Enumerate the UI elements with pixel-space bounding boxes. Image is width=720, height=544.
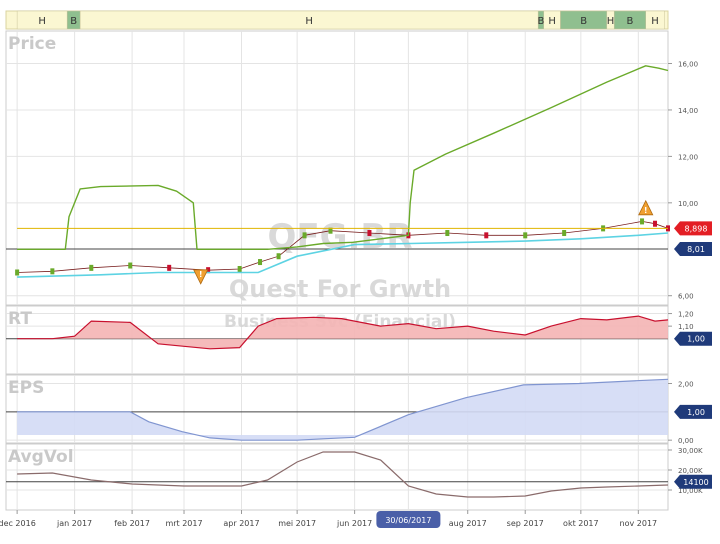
price-candle [445,230,450,237]
signal-label: H [305,16,313,27]
y-tick-label: 16,00 [678,61,698,69]
signal-segment-hold: H [645,10,665,30]
y-tick-label: 10,00 [678,200,698,208]
signal-segment-buy: B [538,10,545,30]
current-price-tag: 8,898 [674,221,712,236]
signal-segment-buy: B [613,10,646,30]
signal-segment-hold: H [79,10,539,30]
rt-value-tag: 1,00 [674,331,712,346]
signal-segment-hold: H [16,10,68,30]
price-candle [128,262,133,269]
panel-title: EPS [8,378,44,398]
price-candle [237,266,242,273]
warning-label: ! [644,206,648,215]
panel-frame [5,30,669,306]
signal-label: B [538,16,545,27]
price-candle [562,230,567,237]
price-candle [640,218,645,225]
y-tick-label: 1,20 [678,311,694,319]
warning-label: ! [199,270,203,279]
price-candle [258,259,263,266]
panel-price: 16,00 14,00 12,00 10,00 6,00 Price [5,30,698,306]
panel-title: AvgVol [8,447,74,467]
watermark-company: Quest For Grwth [229,275,451,303]
eps-value-tag: 1,00 [674,404,712,419]
y-tick-label: 14,00 [678,107,698,115]
signal-label: B [627,16,634,27]
x-tick-label: nov 2017 [620,519,658,528]
signal-segment-buy: B [66,10,81,30]
price-candle [50,268,55,275]
price-candle [367,230,372,237]
price-candle [484,232,489,239]
signal-label: H [651,16,659,27]
x-tick-label: aug 2017 [449,519,487,528]
stock-chart: H B H B H B H B H 16,00 14,00 12,00 10,00 6,00 Price 1,… [0,0,720,540]
panel-title: RT [8,309,32,329]
x-tick-label: okt 2017 [563,519,599,528]
panel-title: Price [8,34,56,54]
x-tick-label: dec 2016 [0,519,36,528]
panel-avgvol: 30,00K20,00K10,00KAvgVol [5,443,703,511]
signal-label: B [70,16,77,27]
x-tick-label: feb 2017 [114,519,150,528]
value-tag-label: 8,01 [687,245,705,254]
y-tick-label: 20,00K [678,467,703,475]
date-cursor-text: 30/06/2017 [385,516,431,525]
value-tag-label: 1,00 [687,408,705,417]
price-candle [15,269,20,276]
y-tick-label: 30,00K [678,447,703,455]
price-candle [167,264,172,271]
y-tick-label: 0,00 [678,437,694,445]
x-tick-label: sep 2017 [507,519,544,528]
signal-segment-hold: H [606,10,615,30]
y-tick-label: 12,00 [678,153,698,161]
y-tick-label: 2,00 [678,381,694,389]
price-candle [89,264,94,271]
signal-label: B [580,16,587,27]
value-tag-label: 1,00 [687,335,705,344]
y-tick-label: 1,10 [678,323,694,331]
x-tick-label: mrt 2017 [165,519,202,528]
price-candle [276,253,281,260]
chart-svg: H B H B H B H B H16,0014,0012,0010,006,00Price1,… [0,0,720,540]
signal-label: H [38,16,46,27]
x-tick-label: jan 2017 [56,519,92,528]
value-tag-label: 14100 [683,478,708,487]
x-tick-label: apr 2017 [223,519,259,528]
reference-price-tag: 8,01 [674,242,712,257]
price-candle [302,232,307,239]
avgvol-value-tag: 14100 [674,474,712,489]
signal-label: H [548,16,556,27]
signal-label: H [607,16,615,27]
y-tick-label: 6,00 [678,293,694,301]
value-tag-label: 8,898 [685,224,708,233]
signal-segment-hold: H [543,10,561,30]
signal-segment-buy: B [560,10,608,30]
price-candle [653,220,658,227]
date-cursor-label: 30/06/2017 [376,511,441,528]
price-candle [523,232,528,239]
x-tick-label: jun 2017 [336,519,372,528]
x-tick-label: mei 2017 [278,519,316,528]
panel-frame [5,443,669,511]
